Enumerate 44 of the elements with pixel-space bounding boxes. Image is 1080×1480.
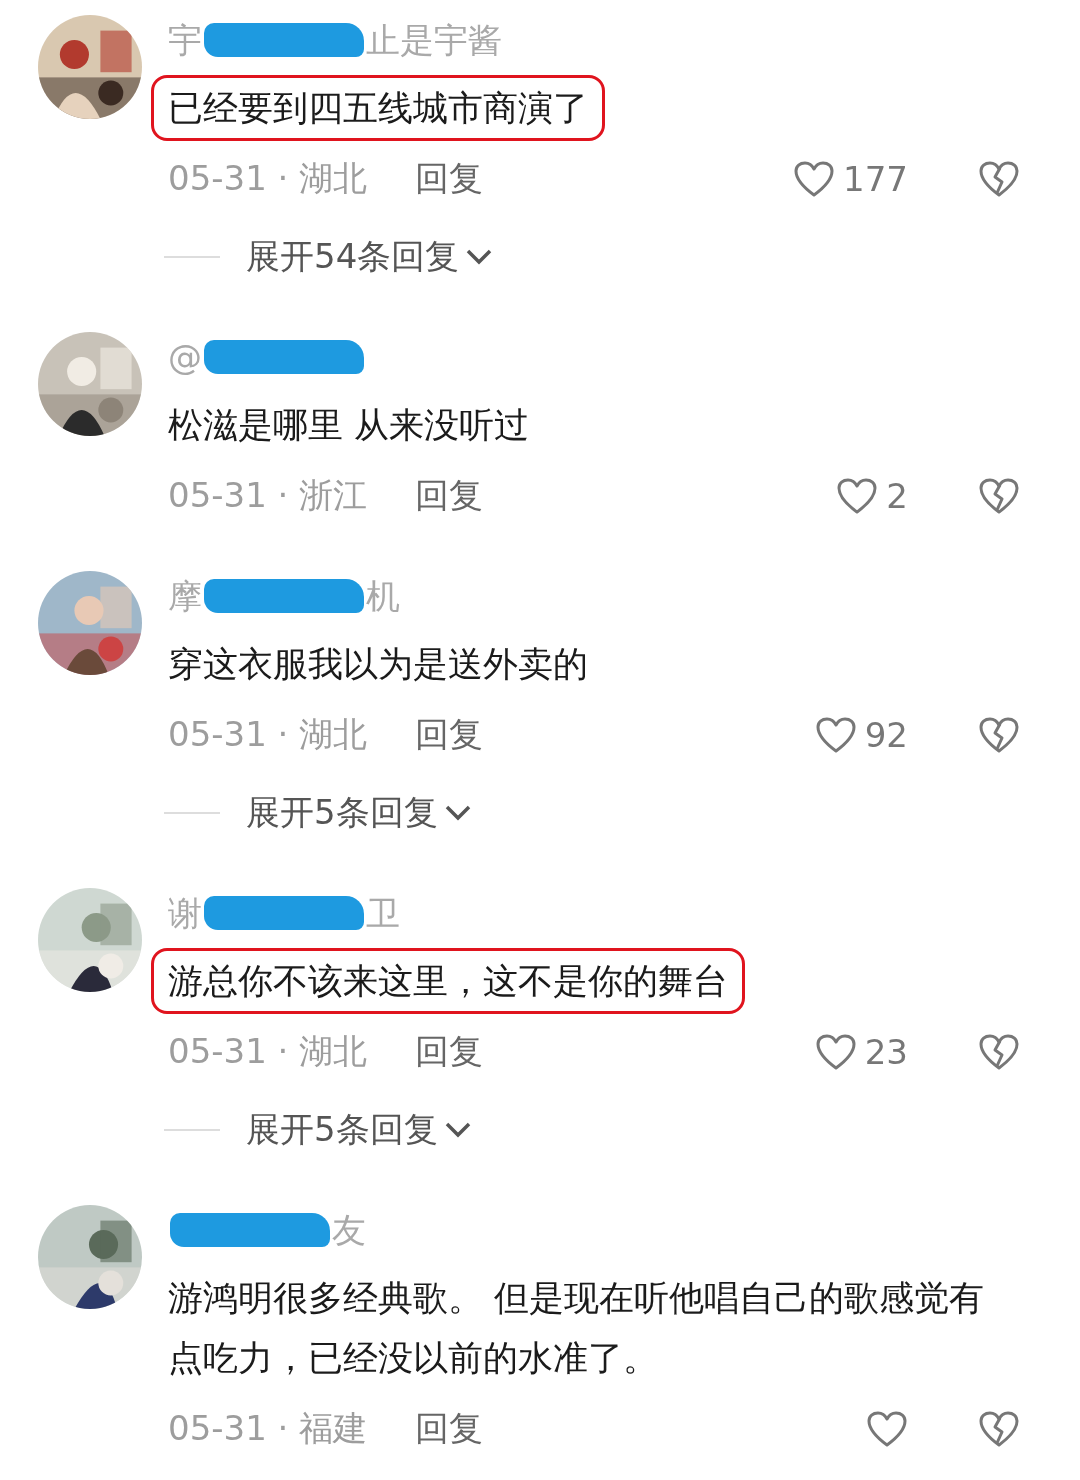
username[interactable]: 卫 xyxy=(366,888,400,938)
comment-text: 穿这衣服我以为是送外卖的 xyxy=(167,643,589,686)
reply-button[interactable]: 回复 xyxy=(415,712,484,758)
username[interactable]: 谢 xyxy=(168,888,202,938)
comment-text: 游总你不该来这里，这不是你的舞台 xyxy=(151,948,745,1014)
heart-icon xyxy=(814,716,857,754)
comment-text: 已经要到四五线城市商演了 xyxy=(151,75,605,141)
username[interactable]: 机 xyxy=(366,571,400,621)
expand-replies-button[interactable]: 展开54条回复 xyxy=(246,234,494,280)
expand-replies-button[interactable]: 展开5条回复 xyxy=(246,790,472,836)
comment-date: 05-31 · 湖北 xyxy=(168,1030,368,1073)
username[interactable]: 摩 xyxy=(168,571,202,621)
reply-button[interactable]: 回复 xyxy=(415,473,484,519)
comment-date: 05-31 · 浙江 xyxy=(168,474,368,517)
like-button[interactable]: 2 xyxy=(836,476,908,516)
chevron-down-icon xyxy=(465,248,494,266)
heart-icon xyxy=(793,160,836,198)
chevron-down-icon xyxy=(443,804,472,822)
username[interactable]: @ xyxy=(168,332,202,382)
broken-heart-icon[interactable] xyxy=(978,1033,1020,1071)
broken-heart-icon[interactable] xyxy=(978,477,1020,515)
username[interactable]: 友 xyxy=(332,1205,366,1255)
reply-button[interactable]: 回复 xyxy=(415,1406,484,1452)
chevron-down-icon xyxy=(443,1121,472,1139)
like-button[interactable]: 177 xyxy=(793,159,908,199)
heart-icon xyxy=(814,1033,857,1071)
username[interactable]: 止是宇酱 xyxy=(366,15,502,65)
like-button[interactable]: 92 xyxy=(814,715,908,755)
like-button[interactable]: 23 xyxy=(814,1032,908,1072)
broken-heart-icon[interactable] xyxy=(978,1410,1020,1448)
heart-icon xyxy=(836,477,879,515)
broken-heart-icon[interactable] xyxy=(978,716,1020,754)
comment-text: 游鸿明很多经典歌。 但是现在听他唱自己的歌感觉有点吃力，已经没以前的水准了。 xyxy=(167,1277,986,1380)
broken-heart-icon[interactable] xyxy=(978,160,1020,198)
reply-button[interactable]: 回复 xyxy=(415,1029,484,1075)
comment-text: 松滋是哪里 从来没听过 xyxy=(167,404,531,447)
expand-replies-button[interactable]: 展开5条回复 xyxy=(246,1107,472,1153)
comment-date: 05-31 · 湖北 xyxy=(168,157,368,200)
comment-date: 05-31 · 福建 xyxy=(168,1407,368,1450)
comment-date: 05-31 · 湖北 xyxy=(168,713,368,756)
heart-icon xyxy=(866,1410,908,1448)
username[interactable]: 宇 xyxy=(168,15,202,65)
reply-button[interactable]: 回复 xyxy=(415,156,484,202)
like-button[interactable] xyxy=(866,1410,908,1448)
